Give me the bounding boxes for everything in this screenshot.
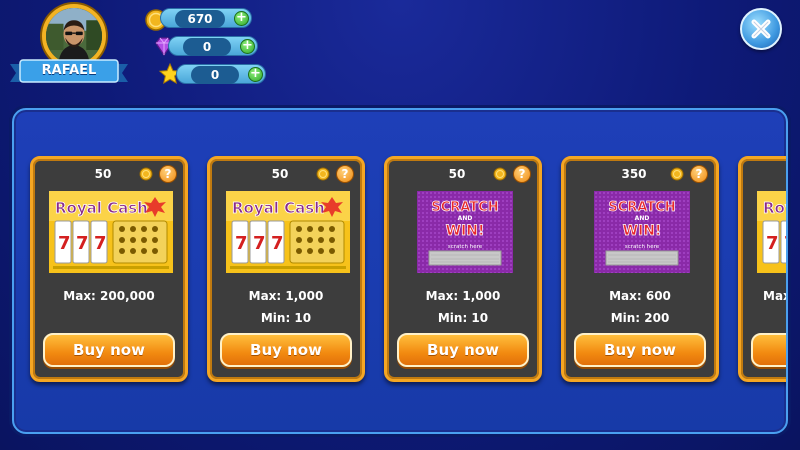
svg-text:7: 7 [94,233,107,254]
ticket-price: 50 [448,167,466,181]
max-prize: Max [763,289,786,303]
ticket-art-title: Royal Cash [55,199,148,217]
ticket-art-title: Royal Cash [232,199,325,217]
price-row: 50 ? [387,165,539,183]
star-counter: 0 + [176,64,266,84]
max-prize: Max: 200,000 [63,289,155,303]
add-coins-button[interactable]: + [234,11,249,26]
buy-now-button[interactable]: Buy now [220,333,352,367]
price-row: 350 ? [564,165,716,183]
coin-counter: 670 + [160,8,252,28]
close-icon [751,19,771,39]
scratch-here-label: scratch here [448,244,483,250]
max-prize: Max: 1,000 [248,289,324,303]
buy-now-button[interactable]: Buy now [397,333,529,367]
coin-icon [670,167,684,181]
buy-now-button[interactable] [751,333,786,367]
svg-text:7: 7 [235,233,248,254]
ticket-card[interactable]: Royal Cash 7 7 Max [738,156,788,382]
coin-icon [493,167,507,181]
gem-value: 0 [183,38,231,56]
svg-text:7: 7 [766,233,779,254]
min-prize: Min: 10 [260,311,312,325]
coin-value: 670 [175,10,225,28]
player-name-ribbon: RAFAEL [10,58,128,86]
svg-text:SCRATCH: SCRATCH [431,200,498,215]
royal-cash-ticket-image: Royal Cash 7 7 7 [49,191,173,273]
ticket-price: 50 [271,167,289,181]
royal-cash-ticket-image: Royal Cash 7 7 [757,191,788,273]
gem-counter: 0 + [168,36,258,56]
max-prize: Max: 1,000 [425,289,501,303]
scratch-win-ticket-image: SCRATCH AND WIN! scratch here [417,191,513,273]
buy-now-button[interactable]: Buy now [574,333,706,367]
ticket-art-title: Royal Cash [763,199,788,217]
ticket-card[interactable]: 50 ? Royal Cash 7 7 7 [30,156,188,382]
coin-icon [139,167,153,181]
svg-text:7: 7 [58,233,71,254]
svg-text:7: 7 [784,233,788,254]
add-stars-button[interactable]: + [248,67,263,82]
price-row: 50 ? [33,165,185,183]
scratch-here-label: scratch here [625,244,660,250]
svg-text:7: 7 [271,233,284,254]
star-value: 0 [191,66,239,84]
svg-text:7: 7 [76,233,89,254]
ticket-card[interactable]: 50 ? Royal Cash 7 7 7 [207,156,365,382]
ticket-price: 50 [94,167,112,181]
svg-text:7: 7 [253,233,266,254]
max-prize: Max: 600 [609,289,671,303]
svg-text:WIN!: WIN! [623,223,662,239]
royal-cash-ticket-image: Royal Cash 7 7 7 [226,191,350,273]
player-name: RAFAEL [41,63,97,78]
close-button[interactable] [740,8,782,50]
svg-text:WIN!: WIN! [446,223,485,239]
svg-text:AND: AND [458,215,473,222]
help-button[interactable]: ? [336,165,354,183]
help-button[interactable]: ? [159,165,177,183]
help-button[interactable]: ? [690,165,708,183]
coin-icon [316,167,330,181]
svg-text:SCRATCH: SCRATCH [608,200,675,215]
ticket-card[interactable]: 50 ? SCRATCH AND WIN! scratch here Max: … [384,156,542,382]
min-prize: Min: 10 [437,311,489,325]
buy-now-button[interactable]: Buy now [43,333,175,367]
price-row: 50 ? [210,165,362,183]
add-gems-button[interactable]: + [240,39,255,54]
help-button[interactable]: ? [513,165,531,183]
scratch-win-ticket-image: SCRATCH AND WIN! scratch here [594,191,690,273]
min-prize: Min: 200 [610,311,670,325]
player-profile[interactable]: RAFAEL [10,2,130,92]
svg-text:AND: AND [635,215,650,222]
ticket-shop-panel[interactable]: 50 ? Royal Cash 7 7 7 Max: 200,000 Buy n… [12,108,788,434]
ticket-price: 350 [621,167,647,181]
ticket-card[interactable]: 350 ? SCRATCH AND WIN! scratch here Max:… [561,156,719,382]
